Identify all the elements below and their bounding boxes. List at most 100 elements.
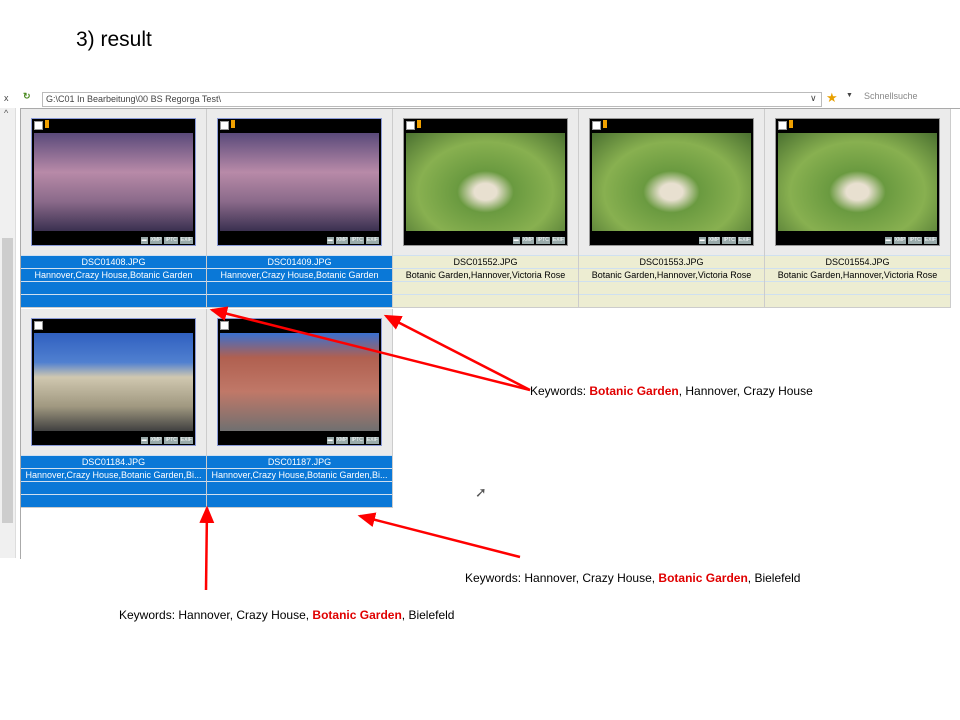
badge-iptc: IPTC [908,237,922,244]
file-name: DSC01184.JPG [21,455,206,468]
checkbox[interactable] [34,121,43,130]
metadata-badges: ▬ XMP IPTC EXIF [884,237,937,244]
thumbnail-cell[interactable]: ▬ XMP IPTC EXIF DSC01552.JPG Botanic Garden… [393,109,579,308]
file-name: DSC01408.JPG [21,255,206,268]
flag-icon [603,120,607,128]
photo [220,133,379,231]
label-empty [207,481,392,494]
photo [592,133,751,231]
flag-icon [789,120,793,128]
keywords: Botanic Garden,Hannover,Victoria Rose [393,268,578,281]
thumbnail-cell[interactable]: ▬ XMP IPTC EXIF DSC01409.JPG Hannover,Crazy… [207,109,393,308]
photo [406,133,565,231]
thumbnail[interactable]: ▬ XMP IPTC EXIF [217,318,382,446]
label-empty [579,281,764,294]
badge-exif: EXIF [365,437,379,444]
checkbox[interactable] [778,121,787,130]
metadata-badges: ▬ XMP IPTC EXIF [326,237,379,244]
chevron-down-icon[interactable]: ∨ [810,93,817,104]
photo [34,333,193,431]
badge-xmp: XMP [521,237,535,244]
annotation: Keywords: Botanic Garden, Hannover, Craz… [530,384,813,398]
flag-icon [45,120,49,128]
badge-exif: EXIF [179,237,193,244]
doc-icon: ▬ [884,237,892,244]
keywords: Hannover,Crazy House,Botanic Garden,Bi..… [207,468,392,481]
thumbnail-cell[interactable]: ▬ XMP IPTC EXIF DSC01553.JPG Botanic Garden… [579,109,765,308]
badge-exif: EXIF [923,237,937,244]
thumbnail-cell[interactable]: ▬ XMP IPTC EXIF DSC01554.JPG Botanic Garden… [765,109,951,308]
checkbox[interactable] [220,121,229,130]
keywords: Botanic Garden,Hannover,Victoria Rose [765,268,950,281]
label-empty [21,281,206,294]
doc-icon: ▬ [140,437,148,444]
keywords: Hannover,Crazy House,Botanic Garden [207,268,392,281]
thumbnail[interactable]: ▬ XMP IPTC EXIF [31,118,196,246]
mouse-cursor-icon: ➚ [475,484,487,500]
flag-icon [231,120,235,128]
checkbox[interactable] [406,121,415,130]
metadata-badges: ▬ XMP IPTC EXIF [698,237,751,244]
label-empty [393,281,578,294]
keywords: Hannover,Crazy House,Botanic Garden [21,268,206,281]
flag-icon [417,120,421,128]
metadata-badges: ▬ XMP IPTC EXIF [512,237,565,244]
file-name: DSC01552.JPG [393,255,578,268]
thumbnail[interactable]: ▬ XMP IPTC EXIF [217,118,382,246]
file-name: DSC01187.JPG [207,455,392,468]
checkbox[interactable] [592,121,601,130]
annotation: Keywords: Hannover, Crazy House, Botanic… [119,608,455,622]
badge-iptc: IPTC [350,437,364,444]
badge-exif: EXIF [365,237,379,244]
badge-iptc: IPTC [164,237,178,244]
badge-xmp: XMP [149,437,163,444]
photo [778,133,937,231]
doc-icon: ▬ [698,237,706,244]
scrollbar[interactable]: ^ [0,108,16,558]
label-empty [207,294,392,307]
badge-iptc: IPTC [350,237,364,244]
badge-exif: EXIF [179,437,193,444]
badge-xmp: XMP [707,237,721,244]
badge-xmp: XMP [149,237,163,244]
thumbnail-cell[interactable]: ▬ XMP IPTC EXIF DSC01408.JPG Hannover,Crazy… [21,109,207,308]
scroll-up-icon[interactable]: ^ [4,108,8,118]
annotation: Keywords: Hannover, Crazy House, Botanic… [465,571,801,585]
quick-search[interactable]: Schnellsuche [864,91,918,101]
star-icon[interactable]: ★ [826,90,838,106]
thumbnail[interactable]: ▬ XMP IPTC EXIF [31,318,196,446]
thumbnail-cell[interactable]: ▬ XMP IPTC EXIF DSC01184.JPG Hannover,Crazy… [21,309,207,508]
badge-exif: EXIF [551,237,565,244]
doc-icon: ▬ [512,237,520,244]
label-empty [765,294,950,307]
metadata-badges: ▬ XMP IPTC EXIF [326,437,379,444]
doc-icon: ▬ [140,237,148,244]
close-icon[interactable]: x [4,93,9,103]
metadata-badges: ▬ XMP IPTC EXIF [140,237,193,244]
label-empty [207,281,392,294]
thumbnail[interactable]: ▬ XMP IPTC EXIF [403,118,568,246]
badge-xmp: XMP [335,437,349,444]
badge-xmp: XMP [893,237,907,244]
checkbox[interactable] [220,321,229,330]
thumbnail[interactable]: ▬ XMP IPTC EXIF [589,118,754,246]
dropdown-icon[interactable]: ▼ [846,92,853,99]
doc-icon: ▬ [326,237,334,244]
label-empty [21,494,206,507]
label-empty [21,481,206,494]
label-empty [21,294,206,307]
badge-exif: EXIF [737,237,751,244]
slide-title: 3) result [76,28,152,51]
thumbnail-cell[interactable]: ▬ XMP IPTC EXIF DSC01187.JPG Hannover,Crazy… [207,309,393,508]
badge-iptc: IPTC [722,237,736,244]
checkbox[interactable] [34,321,43,330]
thumbnail[interactable]: ▬ XMP IPTC EXIF [775,118,940,246]
back-icon[interactable]: ↻ [23,91,31,102]
file-name: DSC01553.JPG [579,255,764,268]
doc-icon: ▬ [326,437,334,444]
path-input[interactable]: G:\C01 In Bearbeitung\00 BS Regorga Test… [42,92,822,107]
scroll-thumb[interactable] [2,238,13,523]
badge-iptc: IPTC [164,437,178,444]
metadata-badges: ▬ XMP IPTC EXIF [140,437,193,444]
badge-iptc: IPTC [536,237,550,244]
